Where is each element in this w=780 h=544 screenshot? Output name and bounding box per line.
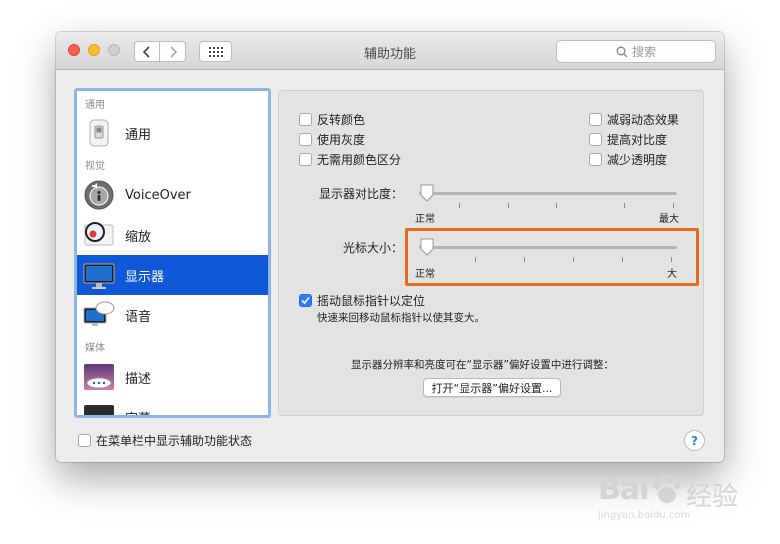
sidebar-item-captions[interactable]: 字幕 — [77, 397, 268, 416]
section-header-vision: 视觉 — [85, 161, 105, 172]
minimize-window-button[interactable] — [88, 44, 100, 56]
speech-icon — [83, 299, 115, 331]
checkbox-label: 在菜单栏中显示辅助功能状态 — [96, 434, 253, 448]
slider-tick — [475, 257, 476, 262]
display-settings-panel: 反转颜色 使用灰度 无需用颜色区分 减弱动态效果 提高对比度 减少透明度 显示器… — [278, 90, 704, 416]
sidebar-item-speech[interactable]: 语音 — [77, 295, 268, 335]
checkbox-box[interactable] — [299, 153, 312, 166]
grayscale-checkbox[interactable]: 使用灰度 — [299, 131, 365, 148]
open-display-prefs-button[interactable]: 打开“显示器”偏好设置... — [423, 378, 561, 397]
slider-tick — [624, 203, 625, 208]
titlebar: 辅助功能 搜索 — [56, 32, 724, 70]
slider-tick — [508, 203, 509, 208]
descriptions-icon — [83, 361, 115, 393]
checkbox-label: 减弱动态效果 — [607, 113, 680, 127]
sidebar-item-label: VoiceOver — [125, 187, 191, 203]
sidebar-item-label: 字幕 — [125, 408, 151, 416]
display-icon — [83, 259, 115, 291]
watermark-brand: Bai — [598, 472, 649, 507]
checkmark-icon — [301, 296, 310, 305]
checkbox-label: 使用灰度 — [317, 133, 366, 147]
checkbox-box-checked[interactable] — [299, 294, 312, 307]
checkbox-box[interactable] — [78, 434, 91, 447]
highlight-annotation — [405, 228, 699, 286]
forward-button[interactable] — [160, 41, 186, 62]
display-contrast-slider[interactable] — [419, 192, 677, 195]
contrast-max-label: 最大 — [659, 214, 679, 225]
category-list[interactable]: 通用 通用 视觉 VoiceOver 缩放 显示器 语音 媒体 描述 — [74, 88, 271, 418]
show-all-button[interactable] — [199, 41, 232, 62]
slider-tick — [573, 257, 574, 262]
checkbox-label: 提高对比度 — [607, 133, 668, 147]
checkbox-label: 摇动鼠标指针以定位 — [317, 294, 426, 308]
preferences-window: 辅助功能 搜索 通用 通用 视觉 VoiceOver 缩放 显示器 语音 媒体 … — [56, 32, 724, 462]
section-header-media: 媒体 — [85, 343, 105, 354]
slider-tick — [622, 257, 623, 262]
sidebar-item-label: 显示器 — [125, 269, 165, 285]
sidebar-item-label: 通用 — [125, 127, 152, 143]
slider-tick — [556, 203, 557, 208]
help-button[interactable]: ? — [684, 430, 705, 451]
display-contrast-thumb[interactable] — [419, 184, 435, 202]
cursor-min-label: 正常 — [415, 269, 435, 280]
watermark-url: jingyan.baidu.com — [598, 510, 691, 521]
paw-icon — [653, 473, 681, 503]
sidebar-item-descriptions[interactable]: 描述 — [77, 357, 268, 397]
sidebar-item-label: 缩放 — [125, 229, 152, 245]
grid-icon — [208, 46, 223, 57]
cursor-size-slider[interactable] — [419, 246, 677, 249]
cursor-size-label: 光标大小： — [342, 241, 403, 255]
increase-contrast-checkbox[interactable]: 提高对比度 — [589, 131, 667, 148]
checkbox-box[interactable] — [299, 133, 312, 146]
checkbox-label: 减少透明度 — [607, 153, 668, 167]
slider-tick — [524, 257, 525, 262]
sidebar-item-zoom[interactable]: 缩放 — [77, 215, 268, 255]
window-title: 辅助功能 — [363, 47, 416, 62]
cursor-max-label: 大 — [667, 269, 677, 280]
reduce-transparency-checkbox[interactable]: 减少透明度 — [589, 151, 667, 168]
checkbox-box[interactable] — [589, 113, 602, 126]
watermark: Bai 经验 jingyan.baidu.com — [598, 466, 738, 526]
search-placeholder: 搜索 — [631, 45, 656, 59]
display-contrast-label: 显示器对比度： — [318, 187, 403, 201]
show-in-menubar-checkbox[interactable]: 在菜单栏中显示辅助功能状态 — [78, 432, 252, 449]
reduce-motion-checkbox[interactable]: 减弱动态效果 — [589, 111, 679, 128]
sidebar-item-voiceover[interactable]: VoiceOver — [77, 175, 268, 215]
chevron-left-icon — [142, 45, 150, 58]
back-button[interactable] — [134, 41, 160, 62]
captions-icon — [83, 401, 115, 415]
sidebar-item-label: 描述 — [125, 371, 152, 387]
shake-to-locate-checkbox[interactable]: 摇动鼠标指针以定位 — [299, 292, 425, 309]
section-header-general: 通用 — [85, 100, 105, 111]
slider-tick — [673, 203, 674, 208]
checkbox-box[interactable] — [589, 133, 602, 146]
search-icon — [616, 46, 628, 57]
checkbox-box[interactable] — [299, 113, 312, 126]
slider-tick — [671, 257, 672, 262]
watermark-cn: 经验 — [686, 482, 739, 512]
checkbox-label: 反转颜色 — [317, 113, 366, 127]
voiceover-icon — [83, 179, 115, 211]
zoom-window-button[interactable] — [108, 44, 120, 56]
slider-tick — [459, 203, 460, 208]
checkbox-label: 无需用颜色区分 — [317, 153, 402, 167]
search-field[interactable]: 搜索 — [556, 40, 716, 63]
shake-description: 快速来回移动鼠标指针以使其变大。 — [317, 312, 485, 324]
cursor-size-thumb[interactable] — [419, 238, 435, 256]
display-note: 显示器分辨率和亮度可在“显示器”偏好设置中进行调整： — [351, 359, 614, 371]
close-window-button[interactable] — [68, 44, 80, 56]
switch-icon — [83, 117, 115, 149]
invert-colors-checkbox[interactable]: 反转颜色 — [299, 111, 365, 128]
contrast-min-label: 正常 — [415, 214, 435, 225]
sidebar-item-label: 语音 — [125, 309, 152, 325]
checkbox-box[interactable] — [589, 153, 602, 166]
sidebar-item-display[interactable]: 显示器 — [77, 255, 268, 295]
chevron-right-icon — [169, 45, 177, 58]
zoom-icon — [83, 219, 115, 251]
sidebar-item-general[interactable]: 通用 — [77, 113, 268, 153]
differentiate-without-color-checkbox[interactable]: 无需用颜色区分 — [299, 151, 401, 168]
